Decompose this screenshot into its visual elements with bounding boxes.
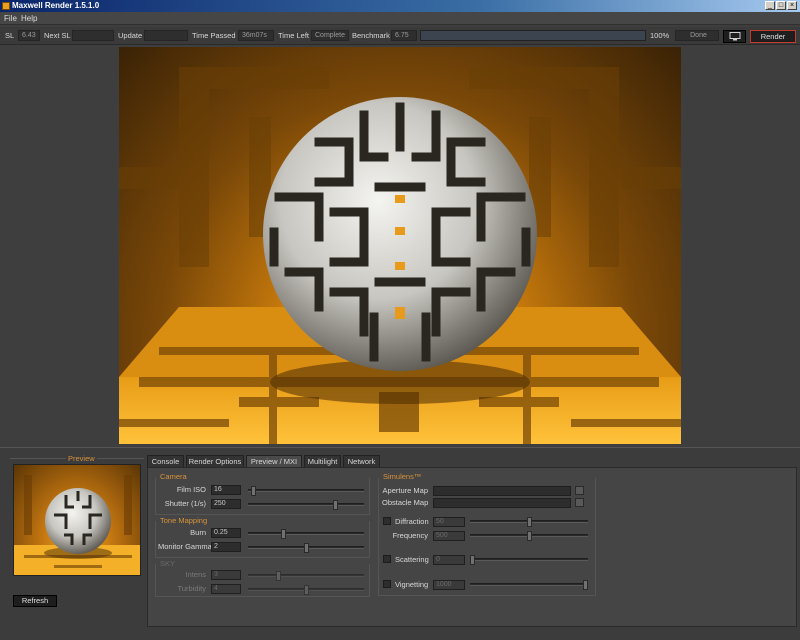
next-sl-label: Next SL xyxy=(44,31,71,40)
vignetting-slider[interactable] xyxy=(470,580,588,590)
vignetting-field[interactable]: 1000 xyxy=(433,580,465,590)
disabled-row2-label: Turbidity xyxy=(177,584,206,593)
disabled-row1-slider-thumb xyxy=(276,571,281,581)
window-title: Maxwell Render 1.5.1.0 xyxy=(12,1,100,10)
vignetting-slider-thumb[interactable] xyxy=(583,580,588,590)
scattering-checkbox[interactable] xyxy=(383,555,391,563)
maximize-icon[interactable]: □ xyxy=(776,1,786,10)
disabled-row1-label: Intens xyxy=(185,570,206,579)
preview-image xyxy=(14,475,140,575)
film-iso-field[interactable]: 16 xyxy=(211,485,241,495)
obstacle-map-browse-button[interactable] xyxy=(575,498,584,507)
sl-value: 6.43 xyxy=(18,30,40,41)
scattering-slider-thumb[interactable] xyxy=(470,555,475,565)
time-left-label: Time Left xyxy=(278,31,309,40)
aperture-map-label: Aperture Map xyxy=(382,486,428,495)
vignetting-checkbox[interactable] xyxy=(383,580,391,588)
time-passed-value: 36m07s xyxy=(238,30,274,41)
monitor-gamma-field[interactable]: 2 xyxy=(211,542,241,552)
next-sl-value xyxy=(72,30,114,41)
preview-thumbnail xyxy=(13,464,141,576)
obstacle-map-label: Obstacle Map xyxy=(382,498,429,507)
sl-label: SL xyxy=(5,31,15,40)
rendered-scene-image xyxy=(119,67,681,444)
shutter-label: Shutter (1/s) xyxy=(164,499,206,508)
tone-mapping-title: Tone Mapping xyxy=(160,516,208,525)
shutter-slider[interactable] xyxy=(248,500,364,510)
progress-text: 100% xyxy=(650,31,670,40)
shutter-field[interactable]: 250 xyxy=(211,499,241,509)
render-viewport[interactable] xyxy=(119,47,681,444)
menu-bar: File Help xyxy=(0,12,800,25)
frequency-label: Frequency xyxy=(392,531,428,540)
aperture-map-browse-button[interactable] xyxy=(575,486,584,495)
scattering-field[interactable]: 0 xyxy=(433,555,465,565)
tone-mapping-group xyxy=(155,521,370,558)
burn-field[interactable]: 0.25 xyxy=(211,528,241,538)
camera-title: Camera xyxy=(160,472,187,481)
burn-slider[interactable] xyxy=(248,529,364,539)
time-left-value: Complete xyxy=(311,30,349,41)
time-passed-label: Time Passed xyxy=(192,31,236,40)
benchmark-value: 6.75 xyxy=(391,30,417,41)
render-button[interactable]: Render xyxy=(750,30,796,43)
app-icon xyxy=(2,2,10,10)
monitor-gamma-label: Monitor Gamma xyxy=(158,542,212,551)
burn-slider-thumb[interactable] xyxy=(281,529,286,539)
burn-label: Burn xyxy=(190,528,206,537)
monitor-button[interactable] xyxy=(723,30,746,43)
menu-file[interactable]: File xyxy=(4,14,17,23)
obstacle-map-field[interactable] xyxy=(433,498,571,508)
disabled-row2-slider xyxy=(248,585,364,595)
film-iso-slider-thumb[interactable] xyxy=(251,486,256,496)
menu-help[interactable]: Help xyxy=(21,14,37,23)
monitor-gamma-slider-thumb[interactable] xyxy=(304,543,309,553)
disabled-row1-field: 3 xyxy=(211,570,241,580)
frequency-field[interactable]: 500 xyxy=(433,531,465,541)
title-bar: Maxwell Render 1.5.1.0 _ □ × xyxy=(0,0,800,12)
vignetting-label: Vignetting xyxy=(395,580,429,589)
disabled-row1-slider xyxy=(248,571,364,581)
film-iso-label: Film ISO xyxy=(176,485,206,494)
diffraction-field[interactable]: 50 xyxy=(433,517,465,527)
diffraction-checkbox[interactable] xyxy=(383,517,391,525)
benchmark-label: Benchmark xyxy=(352,31,390,40)
frequency-slider-thumb[interactable] xyxy=(527,531,532,541)
scattering-slider[interactable] xyxy=(470,555,588,565)
monitor-gamma-slider[interactable] xyxy=(248,543,364,553)
scattering-label: Scattering xyxy=(395,555,429,564)
status-bar: SL 6.43 Next SL Update Time Passed 36m07… xyxy=(0,27,800,45)
aperture-map-field[interactable] xyxy=(433,486,571,496)
preview-title: Preview xyxy=(66,454,97,463)
simulens-title: Simulens™ xyxy=(383,472,422,481)
disabled-group-title: SKY xyxy=(160,559,176,568)
state-value: Done xyxy=(675,30,719,41)
progress-bar xyxy=(420,30,646,41)
diffraction-slider[interactable] xyxy=(470,517,588,527)
disabled-row2-slider-thumb xyxy=(304,585,309,595)
minimize-icon[interactable]: _ xyxy=(765,1,775,10)
refresh-button[interactable]: Refresh xyxy=(13,595,57,607)
diffraction-label: Diffraction xyxy=(395,517,429,526)
frequency-slider[interactable] xyxy=(470,531,588,541)
disabled-row2-field: 4 xyxy=(211,584,241,594)
close-icon[interactable]: × xyxy=(787,1,797,10)
update-label: Update xyxy=(118,31,143,40)
monitor-icon xyxy=(729,32,740,41)
diffraction-slider-thumb[interactable] xyxy=(527,517,532,527)
update-value xyxy=(144,30,188,41)
shutter-slider-thumb[interactable] xyxy=(333,500,338,510)
film-iso-slider[interactable] xyxy=(248,486,364,496)
